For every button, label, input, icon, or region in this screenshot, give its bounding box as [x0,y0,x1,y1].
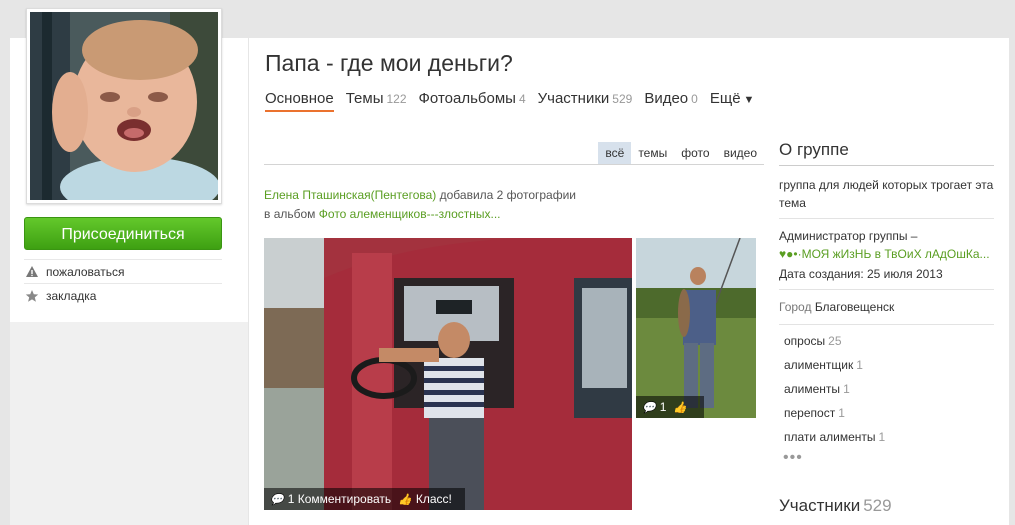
thumbs-up-icon: 👍 [398,493,412,506]
photo2-like-button[interactable]: 👍 [673,401,691,414]
tab-video[interactable]: Видео 0 [644,90,698,112]
feed-item-header: Елена Пташинская(Пентегова) добавила 2 ф… [264,186,576,224]
admin-label: Администратор группы – [779,229,918,243]
tag-item[interactable]: плати алименты 1 [779,425,994,449]
about-title: О группе [779,140,994,166]
tab-topics[interactable]: Темы 122 [346,90,407,112]
group-avatar[interactable] [26,8,222,204]
about-sidebar: О группе группа для людей которых трогае… [779,140,994,467]
tag-list: опросы 25 алиментщик 1 алименты 1 перепост 1… [779,325,994,467]
group-tabs: Основное Темы 122 Фотоальбомы 4 Участники 5… [265,90,766,112]
album-link[interactable]: Фото алеменщиков---злостных... [319,207,501,221]
photo1-comment-button[interactable]: 💬 1 Комментировать [270,492,391,506]
man-in-red-van-image [264,238,632,510]
tab-main[interactable]: Основное [265,90,334,112]
tag-item[interactable]: перепост 1 [779,401,994,425]
tab-photo-albums[interactable]: Фотоальбомы 4 [419,90,526,112]
feed-photo-2[interactable]: 💬 1 👍 [636,238,756,418]
filter-all[interactable]: всё [598,142,632,164]
man-with-fishing-rod-image [636,238,756,418]
left-column-footer [10,322,248,525]
city-name: Благовещенск [814,300,895,314]
members-heading[interactable]: Участники 529 [779,496,892,516]
tag-item[interactable]: алиментщик 1 [779,353,994,377]
report-label: пожаловаться [46,264,125,279]
caret-down-icon: ▼ [743,94,755,106]
bookmark-link[interactable]: закладка [24,283,222,307]
group-city: Город Благовещенск [779,290,994,325]
group-title: Папа - где мои деньги? [265,50,513,76]
tag-item[interactable]: опросы 25 [779,329,994,353]
warning-icon [26,265,38,277]
crying-baby-image [30,12,218,200]
feed-action: добавила 2 фотографии [439,188,576,202]
group-description: группа для людей которых трогает эта тем… [779,166,994,219]
photo2-actions: 💬 1 👍 [636,396,705,418]
tab-members[interactable]: Участники 529 [538,90,633,112]
photo1-actions: 💬 1 Комментировать 👍 Класс! [264,488,465,510]
comment-icon: 💬 [642,401,656,414]
tab-more[interactable]: Ещё ▼ [710,90,755,112]
photo1-like-button[interactable]: 👍 Класс! [398,492,452,506]
more-tags-button[interactable]: ••• [779,449,994,467]
bookmark-label: закладка [46,288,97,303]
filter-video[interactable]: видео [717,142,764,164]
filter-topics[interactable]: темы [631,142,674,164]
photo2-comment-button[interactable]: 💬 1 [642,400,666,414]
album-prefix: в альбом [264,207,316,221]
thumbs-up-icon: 👍 [673,401,688,414]
admin-name-link[interactable]: ♥●•·МОЯ жИзНЬ в ТвОиХ лАдОшКа... [779,245,994,263]
creation-date: Дата создания: 25 июля 2013 [779,263,994,290]
author-link[interactable]: Елена Пташинская(Пентегова) [264,188,436,202]
feed-photo-1[interactable]: 💬 1 Комментировать 👍 Класс! [264,238,632,510]
join-group-button[interactable]: Присоединиться [24,217,222,250]
report-link[interactable]: пожаловаться [24,259,222,283]
tag-item[interactable]: алименты 1 [779,377,994,401]
feed-filter-bar: всё темы фото видео [264,142,764,165]
star-icon [25,289,39,302]
filter-photo[interactable]: фото [674,142,716,164]
comment-icon: 💬 [270,493,284,506]
